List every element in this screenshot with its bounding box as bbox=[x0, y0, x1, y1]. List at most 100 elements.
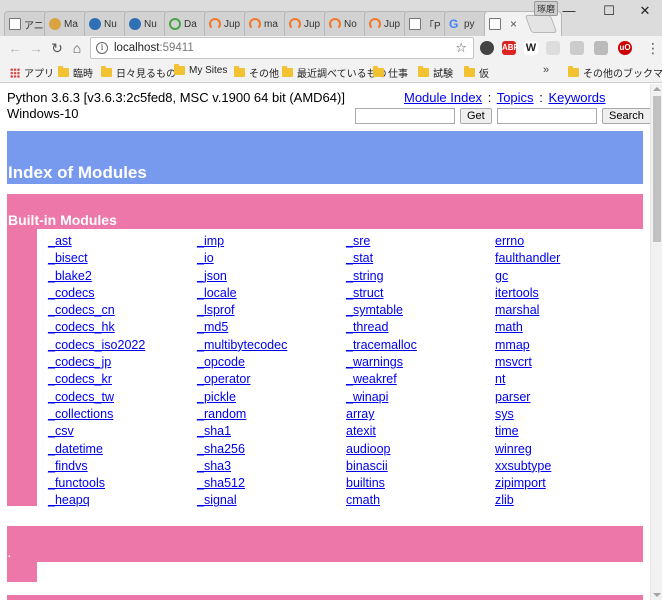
module-link[interactable]: _codecs_jp bbox=[48, 354, 145, 371]
bookmark-folder[interactable]: 日々見るもの bbox=[101, 65, 176, 80]
maximize-button[interactable]: ☐ bbox=[590, 0, 628, 22]
module-link[interactable]: _codecs_tw bbox=[48, 389, 145, 406]
module-link[interactable]: _multibytecodec bbox=[197, 337, 287, 354]
get-input[interactable] bbox=[355, 108, 455, 124]
scroll-down-icon[interactable] bbox=[653, 593, 661, 597]
bookmark-folder[interactable]: 仮 bbox=[464, 65, 489, 80]
adblock-icon[interactable]: ABP bbox=[502, 41, 519, 55]
module-link[interactable]: _findvs bbox=[48, 458, 145, 475]
bookmark-folder[interactable]: その他 bbox=[234, 65, 279, 80]
pocket-icon[interactable] bbox=[594, 41, 608, 55]
module-link[interactable]: _csv bbox=[48, 423, 145, 440]
module-index-link[interactable]: Module Index bbox=[404, 90, 482, 105]
browser-tab[interactable]: Da bbox=[164, 11, 208, 36]
keywords-link[interactable]: Keywords bbox=[548, 90, 605, 105]
module-link[interactable]: _functools bbox=[48, 475, 145, 492]
module-link[interactable]: _blake2 bbox=[48, 268, 145, 285]
module-link[interactable]: _sha3 bbox=[197, 458, 287, 475]
module-link[interactable]: _locale bbox=[197, 285, 287, 302]
browser-tab[interactable]: Jup bbox=[284, 11, 328, 36]
module-link[interactable]: _io bbox=[197, 250, 287, 267]
module-link[interactable]: _sre bbox=[346, 233, 417, 250]
module-link[interactable]: xxsubtype bbox=[495, 458, 560, 475]
close-tab-icon[interactable]: × bbox=[510, 17, 517, 31]
module-link[interactable]: _pickle bbox=[197, 389, 287, 406]
bookmark-folder[interactable]: 仕事 bbox=[373, 65, 408, 80]
browser-tab[interactable]: Jup bbox=[204, 11, 248, 36]
module-link[interactable]: _imp bbox=[197, 233, 287, 250]
info-icon[interactable]: i bbox=[96, 42, 108, 54]
scroll-up-icon[interactable] bbox=[653, 87, 661, 91]
module-link[interactable]: _operator bbox=[197, 371, 287, 388]
menu-dots-icon[interactable]: ⋮ bbox=[646, 39, 660, 57]
module-link[interactable]: _sha256 bbox=[197, 441, 287, 458]
topics-link[interactable]: Topics bbox=[497, 90, 534, 105]
module-link[interactable]: itertools bbox=[495, 285, 560, 302]
module-link[interactable]: time bbox=[495, 423, 560, 440]
module-link[interactable]: sys bbox=[495, 406, 560, 423]
browser-tab[interactable]: No bbox=[324, 11, 368, 36]
module-link[interactable]: mmap bbox=[495, 337, 560, 354]
module-link[interactable]: builtins bbox=[346, 475, 417, 492]
other-bookmarks[interactable]: その他のブックマーク bbox=[568, 65, 662, 80]
module-link[interactable]: _sha512 bbox=[197, 475, 287, 492]
minimize-button[interactable]: — bbox=[550, 0, 588, 22]
module-link[interactable]: _tracemalloc bbox=[346, 337, 417, 354]
module-link[interactable]: _stat bbox=[346, 250, 417, 267]
module-link[interactable]: _random bbox=[197, 406, 287, 423]
module-link[interactable]: _bisect bbox=[48, 250, 145, 267]
module-link[interactable]: nt bbox=[495, 371, 560, 388]
module-link[interactable]: _codecs bbox=[48, 285, 145, 302]
module-link[interactable]: _weakref bbox=[346, 371, 417, 388]
module-link[interactable]: _string bbox=[346, 268, 417, 285]
browser-tab[interactable]: ma bbox=[244, 11, 288, 36]
bookmark-folder[interactable]: 試験 bbox=[418, 65, 453, 80]
module-link[interactable]: atexit bbox=[346, 423, 417, 440]
search-input[interactable] bbox=[497, 108, 597, 124]
bookmark-apps[interactable]: アプリ bbox=[10, 65, 54, 80]
module-link[interactable]: marshal bbox=[495, 302, 560, 319]
module-link[interactable]: gc bbox=[495, 268, 560, 285]
reload-icon[interactable]: ↻ bbox=[48, 39, 66, 57]
module-link[interactable]: _md5 bbox=[197, 319, 287, 336]
browser-tab[interactable]: Gpy bbox=[444, 11, 488, 36]
module-link[interactable]: _codecs_hk bbox=[48, 319, 145, 336]
bookmark-folder[interactable]: My Sites bbox=[174, 64, 227, 76]
module-link[interactable]: audioop bbox=[346, 441, 417, 458]
module-link[interactable]: array bbox=[346, 406, 417, 423]
home-icon[interactable]: ⌂ bbox=[68, 39, 86, 57]
browser-tab[interactable]: Jup bbox=[364, 11, 408, 36]
bookmark-folder[interactable]: 臨時 bbox=[58, 65, 93, 80]
module-link[interactable]: _heapq bbox=[48, 492, 145, 509]
bookmarks-overflow-button[interactable]: » bbox=[543, 64, 549, 76]
module-link[interactable]: _codecs_iso2022 bbox=[48, 337, 145, 354]
back-arrow-icon[interactable]: ← bbox=[6, 39, 24, 57]
browser-tab[interactable]: 「P bbox=[404, 11, 448, 36]
module-link[interactable]: _winapi bbox=[346, 389, 417, 406]
scrollbar-thumb[interactable] bbox=[653, 96, 661, 242]
translate-icon[interactable] bbox=[570, 41, 584, 55]
module-link[interactable]: _ast bbox=[48, 233, 145, 250]
address-bar[interactable]: i localhost :59411 ☆ bbox=[90, 37, 474, 59]
module-link[interactable]: _symtable bbox=[346, 302, 417, 319]
module-link[interactable]: _signal bbox=[197, 492, 287, 509]
get-button[interactable]: Get bbox=[460, 108, 492, 124]
module-link[interactable]: _warnings bbox=[346, 354, 417, 371]
module-link[interactable]: _struct bbox=[346, 285, 417, 302]
module-link[interactable]: math bbox=[495, 319, 560, 336]
browser-tab[interactable]: Nu bbox=[124, 11, 168, 36]
module-link[interactable]: _sha1 bbox=[197, 423, 287, 440]
module-link[interactable]: winreg bbox=[495, 441, 560, 458]
module-link[interactable]: cmath bbox=[346, 492, 417, 509]
module-link[interactable]: msvcrt bbox=[495, 354, 560, 371]
module-link[interactable]: parser bbox=[495, 389, 560, 406]
vertical-scrollbar[interactable] bbox=[650, 84, 662, 600]
browser-tab[interactable]: アニ bbox=[4, 11, 48, 36]
extension-puzzle-icon[interactable] bbox=[480, 41, 494, 55]
module-link[interactable]: zlib bbox=[495, 492, 560, 509]
close-window-button[interactable]: ✕ bbox=[626, 0, 662, 22]
module-link[interactable]: errno bbox=[495, 233, 560, 250]
ublock-icon[interactable]: uO bbox=[618, 41, 632, 55]
module-link[interactable]: faulthandler bbox=[495, 250, 560, 267]
browser-tab[interactable]: Nu bbox=[84, 11, 128, 36]
